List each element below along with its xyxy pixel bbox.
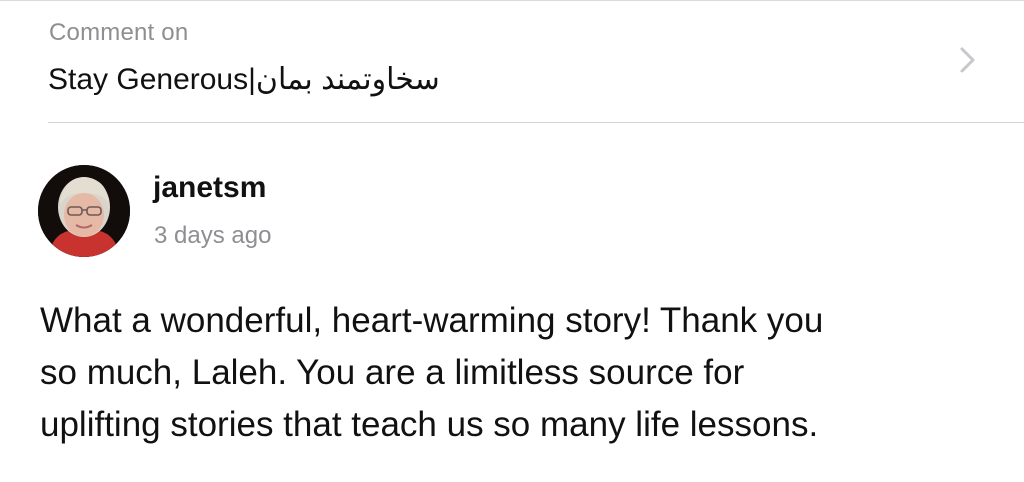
- comment-body: What a wonderful, heart-warming story! T…: [40, 295, 1000, 451]
- comment-timestamp: 3 days ago: [154, 222, 272, 249]
- comment-body-line: What a wonderful, heart-warming story! T…: [40, 301, 824, 340]
- chevron-right-icon[interactable]: [952, 45, 982, 75]
- comment-on-header[interactable]: Comment on Stay Generous|سخاوتمند بمان: [48, 0, 1024, 123]
- post-title[interactable]: Stay Generous|سخاوتمند بمان: [48, 62, 440, 97]
- comment-card: janetsm 3 days ago What a wonderful, hea…: [0, 123, 1024, 482]
- comment-on-label: Comment on: [49, 19, 189, 46]
- comment-body-line: so much, Laleh. You are a limitless sour…: [40, 353, 745, 392]
- comment-body-line: uplifting stories that teach us so many …: [40, 405, 819, 444]
- avatar[interactable]: [38, 165, 130, 257]
- comment-author[interactable]: janetsm: [153, 171, 266, 205]
